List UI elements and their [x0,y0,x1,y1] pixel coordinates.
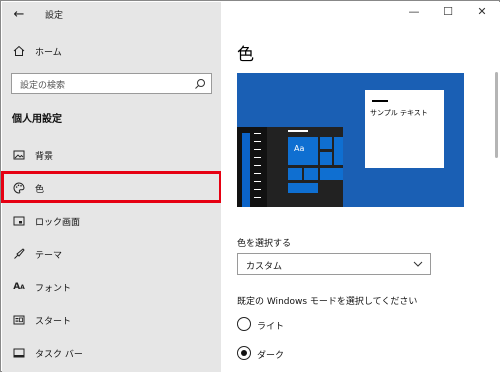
sidebar-item-taskbar[interactable]: タスク バー [2,342,221,364]
section-title: 個人用設定 [12,114,62,125]
windows-mode-label: 既定の Windows モードを選択してください [237,297,418,307]
sidebar-item-start[interactable]: スタート [2,309,221,331]
title-bar-left: ← 設定 [2,2,221,28]
preview-tile [320,152,332,165]
color-preview: Aa サンプル テキスト [237,73,464,207]
preview-tile [320,137,332,149]
preview-tile [334,137,343,165]
preview-tile [288,183,318,193]
sidebar-item-lock-screen[interactable]: ロック画面 [2,210,221,232]
settings-window: ← 設定 ホーム 設定の検索 個人用設定 背景 色 ロック画面 テーマ A A … [0,0,500,372]
preview-line [254,165,261,166]
radio-light[interactable]: ライト [237,317,437,333]
preview-sample-text: サンプル テキスト [370,109,428,117]
select-value: カスタム [246,262,283,272]
main-content: 色 Aa サンプル テキスト 色を選択する カスタム 既定の Windows モ… [221,2,500,372]
search-icon [195,79,205,89]
sidebar-item-label: タスク バー [35,349,83,360]
preview-tile-large: Aa [288,137,318,165]
sidebar-item-label: ロック画面 [35,217,81,228]
preview-line [254,141,261,142]
sidebar-item-home[interactable]: ホーム [2,40,221,62]
preview-line [254,173,261,174]
preview-window-bar [372,100,388,102]
chevron-down-icon [413,261,423,267]
lock-screen-icon [12,214,26,228]
preview-line [254,197,261,198]
sidebar-item-label: テーマ [35,250,63,261]
start-icon [12,313,26,327]
radio-button[interactable] [237,317,251,331]
preview-accent-stripe [242,133,250,207]
radio-button[interactable] [237,346,251,360]
search-input[interactable]: 設定の検索 [11,73,212,94]
app-title: 設定 [45,11,64,21]
preview-line [254,133,261,134]
preview-menu-bar [288,130,308,132]
preview-line [254,189,261,190]
back-arrow-icon[interactable]: ← [11,7,27,23]
sidebar-home-label: ホーム [35,47,62,58]
picture-icon [12,148,26,162]
window-controls: — ☐ ✕ [407,5,489,19]
minimize-icon[interactable]: — [407,5,421,19]
page-title: 色 [237,45,254,65]
selection-highlight [1,171,222,203]
preview-tile [320,168,343,180]
sidebar-item-theme[interactable]: テーマ [2,243,221,265]
search-placeholder: 設定の検索 [20,81,66,91]
sidebar-item-label: スタート [35,316,72,327]
radio-dark[interactable]: ダーク [237,346,437,362]
scrollbar[interactable] [495,72,498,158]
preview-line [254,149,261,150]
preview-tile [304,168,318,180]
taskbar-icon [12,346,26,360]
color-mode-select[interactable]: カスタム [237,253,431,275]
radio-label: ダーク [257,351,285,361]
font-icon: AA [13,282,25,292]
choose-color-label: 色を選択する [237,239,292,249]
sidebar-item-background[interactable]: 背景 [2,144,221,166]
sidebar-item-fonts[interactable]: AA フォント [2,276,221,298]
preview-line [254,181,261,182]
theme-brush-icon [12,247,26,261]
preview-line [254,157,261,158]
radio-label: ライト [257,322,285,332]
sidebar-item-label: 背景 [35,151,54,162]
preview-tile [288,168,302,180]
preview-tile-label: Aa [294,144,305,153]
sidebar-item-label: フォント [35,283,72,294]
maximize-icon[interactable]: ☐ [441,5,455,19]
home-icon [12,44,26,58]
close-icon[interactable]: ✕ [475,5,489,19]
preview-window: サンプル テキスト [365,90,444,168]
